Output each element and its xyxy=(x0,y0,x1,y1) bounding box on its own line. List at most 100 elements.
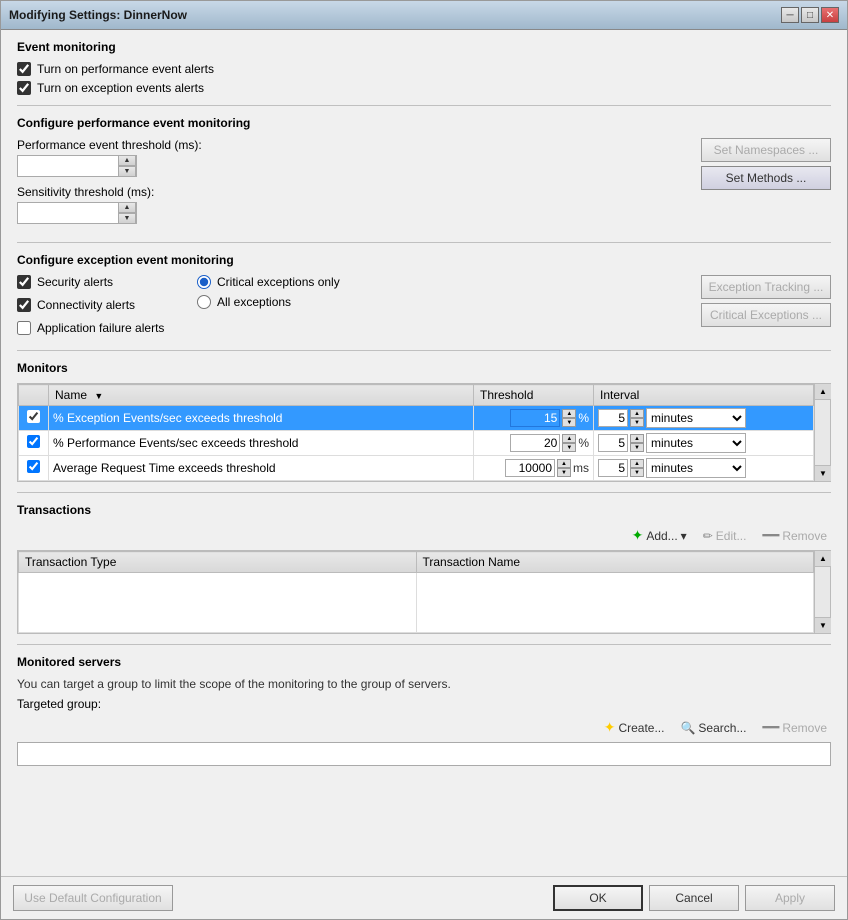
row3-threshold-up[interactable]: ▲ xyxy=(557,459,571,468)
use-default-button[interactable]: Use Default Configuration xyxy=(13,885,173,911)
create-server-label: Create... xyxy=(618,721,664,735)
separator-1 xyxy=(17,105,831,106)
all-exceptions-radio[interactable] xyxy=(197,295,211,309)
scroll-down-arrow[interactable]: ▼ xyxy=(815,465,831,481)
add-transaction-button[interactable]: ✦ Add... ▾ xyxy=(628,525,691,546)
ok-button[interactable]: OK xyxy=(553,885,643,911)
remove-server-button[interactable]: ━━ Remove xyxy=(758,717,831,738)
row3-interval-select[interactable]: minutes hours seconds xyxy=(646,458,746,478)
row1-checkbox[interactable] xyxy=(27,410,40,423)
perf-alerts-checkbox[interactable] xyxy=(17,62,31,76)
search-icon: 🔍 xyxy=(680,721,695,735)
exception-tracking-button[interactable]: Exception Tracking ... xyxy=(701,275,831,299)
transactions-section: Transactions ✦ Add... ▾ ✏ Edit... ━━ Rem… xyxy=(17,503,831,634)
transactions-table: Transaction Type Transaction Name xyxy=(18,551,814,633)
connectivity-alerts-checkbox[interactable] xyxy=(17,298,31,312)
row3-interval-input[interactable] xyxy=(598,459,628,477)
set-methods-button[interactable]: Set Methods ... xyxy=(701,166,831,190)
row3-interval-up[interactable]: ▲ xyxy=(630,459,644,468)
sort-indicator: ▼ xyxy=(94,391,103,401)
event-monitoring-section: Event monitoring Turn on performance eve… xyxy=(17,40,831,95)
row1-interval-input[interactable] xyxy=(598,409,628,427)
apply-button[interactable]: Apply xyxy=(745,885,835,911)
exception-right-buttons: Exception Tracking ... Critical Exceptio… xyxy=(701,275,831,327)
app-failure-row: Application failure alerts xyxy=(17,321,187,335)
connectivity-alerts-row: Connectivity alerts xyxy=(17,298,187,312)
monitors-table-inner: Name ▼ Threshold Interval xyxy=(18,384,814,481)
perf-threshold-input[interactable]: 15000 xyxy=(18,156,118,176)
row2-interval-inner: ▲ ▼ minutes hours seconds xyxy=(598,433,809,453)
app-failure-checkbox[interactable] xyxy=(17,321,31,335)
title-bar: Modifying Settings: DinnerNow ─ □ ✕ xyxy=(1,1,847,30)
sensitivity-up[interactable]: ▲ xyxy=(118,202,136,213)
minimize-button[interactable]: ─ xyxy=(781,7,799,23)
row3-interval-down[interactable]: ▼ xyxy=(630,468,644,477)
row1-name: % Exception Events/sec exceeds threshold xyxy=(53,411,282,425)
trans-scroll-down[interactable]: ▼ xyxy=(815,617,831,633)
cancel-button[interactable]: Cancel xyxy=(649,885,739,911)
search-server-button[interactable]: 🔍 Search... xyxy=(676,719,750,737)
trans-scroll-up[interactable]: ▲ xyxy=(815,551,831,567)
row2-interval-input[interactable] xyxy=(598,434,628,452)
row2-interval-up[interactable]: ▲ xyxy=(630,434,644,443)
content-area: Event monitoring Turn on performance eve… xyxy=(1,30,847,876)
scroll-up-arrow[interactable]: ▲ xyxy=(815,384,831,400)
row2-threshold-up[interactable]: ▲ xyxy=(562,434,576,443)
row3-threshold-input[interactable] xyxy=(505,459,555,477)
sensitivity-down[interactable]: ▼ xyxy=(118,213,136,224)
edit-icon: ✏ xyxy=(703,529,713,543)
row1-threshold-down[interactable]: ▼ xyxy=(562,418,576,427)
security-alerts-label: Security alerts xyxy=(37,275,113,289)
row2-interval-select[interactable]: minutes hours seconds xyxy=(646,433,746,453)
remove-transaction-button[interactable]: ━━ Remove xyxy=(758,525,831,546)
critical-exceptions-button[interactable]: Critical Exceptions ... xyxy=(701,303,831,327)
transactions-toolbar: ✦ Add... ▾ ✏ Edit... ━━ Remove xyxy=(17,525,831,546)
scroll-thumb xyxy=(815,400,830,465)
monitors-scrollbar[interactable]: ▲ ▼ xyxy=(814,384,830,481)
footer-bar: Use Default Configuration OK Cancel Appl… xyxy=(1,876,847,919)
search-server-label: Search... xyxy=(698,721,746,735)
edit-transaction-button[interactable]: ✏ Edit... xyxy=(699,527,751,545)
set-namespaces-button[interactable]: Set Namespaces ... xyxy=(701,138,831,162)
row2-threshold-down[interactable]: ▼ xyxy=(562,443,576,452)
separator-2 xyxy=(17,242,831,243)
row3-checkbox[interactable] xyxy=(27,460,40,473)
row3-threshold-down[interactable]: ▼ xyxy=(557,468,571,477)
perf-threshold-down[interactable]: ▼ xyxy=(118,166,136,177)
perf-right-buttons: Set Namespaces ... Set Methods ... xyxy=(701,138,831,232)
critical-only-radio[interactable] xyxy=(197,275,211,289)
sensitivity-spinner: 100 ▲ ▼ xyxy=(17,202,137,224)
critical-only-row: Critical exceptions only xyxy=(197,275,377,289)
row2-interval-down[interactable]: ▼ xyxy=(630,443,644,452)
exception-left: Security alerts Connectivity alerts Appl… xyxy=(17,275,187,340)
row2-threshold-input[interactable] xyxy=(510,434,560,452)
row1-threshold-input[interactable] xyxy=(510,409,560,427)
edit-transaction-label: Edit... xyxy=(716,529,747,543)
trans-th-type: Transaction Type xyxy=(19,552,417,573)
row1-interval-select[interactable]: minutes hours seconds xyxy=(646,408,746,428)
row1-interval-up[interactable]: ▲ xyxy=(630,409,644,418)
close-button[interactable]: ✕ xyxy=(821,7,839,23)
server-remove-icon: ━━ xyxy=(762,719,779,736)
maximize-button[interactable]: □ xyxy=(801,7,819,23)
perf-threshold-up[interactable]: ▲ xyxy=(118,155,136,166)
exception-alerts-checkbox[interactable] xyxy=(17,81,31,95)
row1-threshold-up[interactable]: ▲ xyxy=(562,409,576,418)
sensitivity-input[interactable]: 100 xyxy=(18,203,118,223)
perf-section-layout: Performance event threshold (ms): 15000 … xyxy=(17,138,831,232)
monitors-th-name-label: Name xyxy=(55,388,87,402)
row3-spin-btns: ▲ ▼ xyxy=(557,459,571,477)
row2-spin-btns: ▲ ▼ xyxy=(562,434,576,452)
transactions-scrollbar[interactable]: ▲ ▼ xyxy=(814,551,830,633)
critical-only-label: Critical exceptions only xyxy=(217,275,340,289)
row3-name-cell: Average Request Time exceeds threshold xyxy=(49,456,474,481)
row2-checkbox[interactable] xyxy=(27,435,40,448)
sensitivity-label: Sensitivity threshold (ms): xyxy=(17,185,691,199)
targeted-group-input[interactable] xyxy=(18,743,830,765)
create-server-button[interactable]: ✦ Create... xyxy=(600,717,669,738)
monitored-servers-section: Monitored servers You can target a group… xyxy=(17,655,831,766)
security-alerts-checkbox[interactable] xyxy=(17,275,31,289)
row1-threshold-inner: ▲ ▼ % xyxy=(478,409,589,427)
remove-icon: ━━ xyxy=(762,527,779,544)
row1-interval-down[interactable]: ▼ xyxy=(630,418,644,427)
